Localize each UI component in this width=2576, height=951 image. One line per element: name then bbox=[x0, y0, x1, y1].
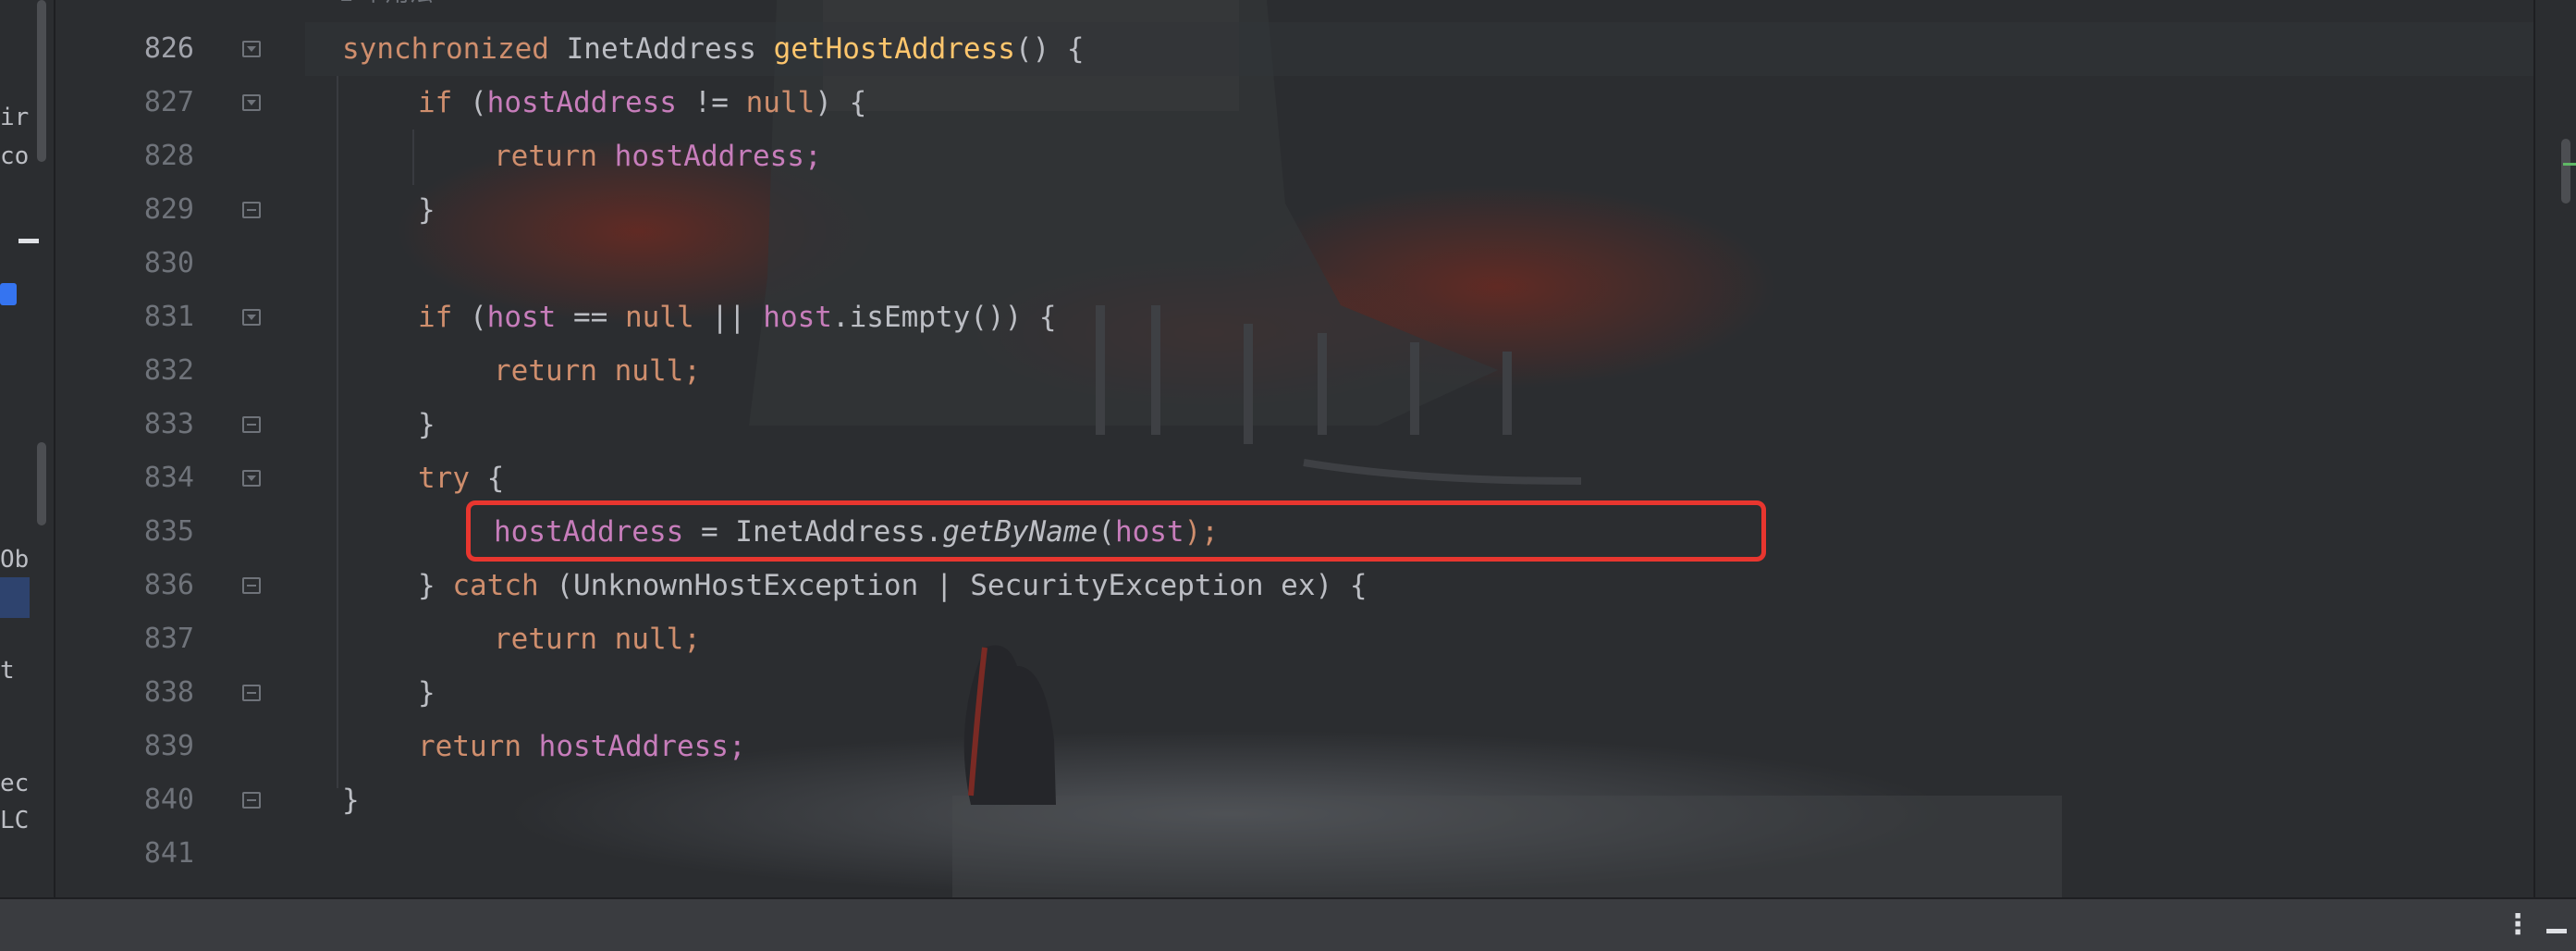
code-token: null bbox=[745, 86, 816, 119]
indent-guide bbox=[412, 130, 414, 185]
line-number[interactable]: 833 bbox=[55, 398, 194, 451]
code-token: == bbox=[556, 301, 625, 334]
fold-close-icon[interactable] bbox=[242, 577, 261, 594]
code-line-831[interactable]: if (host == null || host.isEmpty()) { bbox=[418, 290, 1057, 344]
code-token: ) { bbox=[815, 86, 867, 119]
code-token: return null; bbox=[494, 623, 701, 656]
code-token: () { bbox=[1014, 32, 1085, 66]
tree-fragment[interactable]: Ob bbox=[0, 546, 29, 574]
code-token: hostAddress; bbox=[538, 730, 746, 763]
code-editor[interactable]: 1 个用法 synchronized InetAddress getHostAd… bbox=[305, 0, 2533, 897]
code-token: catch bbox=[452, 569, 557, 602]
tree-fragment[interactable]: t bbox=[0, 657, 15, 685]
code-line-829[interactable]: } bbox=[418, 183, 435, 237]
line-number[interactable]: 827 bbox=[55, 76, 194, 130]
line-number[interactable]: 834 bbox=[55, 451, 194, 505]
code-token: } bbox=[342, 784, 360, 817]
tree-fragment[interactable]: ec bbox=[0, 770, 29, 797]
line-number[interactable]: 841 bbox=[55, 827, 194, 881]
code-token: } bbox=[418, 569, 453, 602]
code-line-840[interactable]: } bbox=[342, 773, 360, 827]
code-token: hostAddress; bbox=[614, 140, 822, 173]
more-options-icon[interactable]: ⋮ bbox=[2504, 911, 2532, 939]
annotation-highlight-box bbox=[466, 500, 1766, 562]
project-tool-window-strip: ir co Ob t ec LC bbox=[0, 0, 55, 949]
line-number[interactable]: 835 bbox=[55, 505, 194, 559]
code-token: host bbox=[763, 301, 832, 334]
code-token: || bbox=[693, 301, 764, 334]
code-token: if bbox=[418, 86, 470, 119]
code-hint: 1 个用法 bbox=[338, 0, 434, 20]
code-token: hostAddress bbox=[486, 86, 677, 119]
code-token: try bbox=[418, 462, 487, 495]
code-token: .isEmpty()) { bbox=[831, 301, 1057, 334]
project-scrollbar-thumb-bottom[interactable] bbox=[37, 442, 46, 525]
code-token: if bbox=[418, 301, 470, 334]
change-marker[interactable] bbox=[2563, 163, 2576, 166]
line-number[interactable]: 840 bbox=[55, 773, 194, 827]
code-token: } bbox=[418, 676, 435, 710]
tree-fragment[interactable]: ir bbox=[0, 104, 29, 131]
code-line-833[interactable]: } bbox=[418, 398, 435, 451]
code-line-828[interactable]: return hostAddress; bbox=[494, 130, 822, 183]
line-number[interactable]: 831 bbox=[55, 290, 194, 344]
fold-open-icon[interactable] bbox=[242, 94, 261, 111]
code-token: { bbox=[486, 462, 505, 495]
code-line-836[interactable]: } catch (UnknownHostException | Security… bbox=[418, 559, 1368, 612]
fold-close-icon[interactable] bbox=[242, 685, 261, 701]
fold-close-icon[interactable] bbox=[242, 202, 261, 218]
editor-scrollbar[interactable] bbox=[2533, 0, 2576, 897]
tree-fragment[interactable]: co bbox=[0, 142, 29, 170]
code-line-826[interactable]: synchronized InetAddress getHostAddress(… bbox=[342, 22, 1085, 76]
code-token: null bbox=[624, 301, 694, 334]
line-number[interactable]: 838 bbox=[55, 666, 194, 720]
fold-close-icon[interactable] bbox=[242, 416, 261, 433]
code-line-838[interactable]: } bbox=[418, 666, 435, 720]
code-token: getHostAddress bbox=[773, 32, 1015, 66]
indent-guide bbox=[337, 76, 338, 788]
line-number[interactable]: 839 bbox=[55, 720, 194, 773]
line-number[interactable]: 828 bbox=[55, 130, 194, 183]
tree-fragment[interactable]: LC bbox=[0, 807, 29, 834]
code-token: InetAddress bbox=[566, 32, 774, 66]
code-token: host bbox=[486, 301, 557, 334]
list-filter-icon[interactable] bbox=[0, 283, 17, 305]
code-token: != bbox=[676, 86, 746, 119]
code-token: return bbox=[418, 730, 539, 763]
fold-open-icon[interactable] bbox=[242, 470, 261, 487]
code-line-834[interactable]: try { bbox=[418, 451, 504, 505]
tree-selected-row[interactable] bbox=[0, 577, 30, 618]
code-line-839[interactable]: return hostAddress; bbox=[418, 720, 746, 773]
fold-close-icon[interactable] bbox=[242, 792, 261, 809]
code-token: ( bbox=[470, 86, 487, 119]
bottom-tool-bar: ⋮ bbox=[0, 897, 2576, 951]
code-token: synchronized bbox=[342, 32, 567, 66]
code-token: } bbox=[418, 408, 435, 441]
line-number[interactable]: 830 bbox=[55, 237, 194, 290]
fold-open-icon[interactable] bbox=[242, 309, 261, 326]
line-number[interactable]: 826 bbox=[55, 22, 194, 76]
code-token: ( bbox=[470, 301, 487, 334]
line-number[interactable]: 836 bbox=[55, 559, 194, 612]
line-number[interactable]: 837 bbox=[55, 612, 194, 666]
code-line-832[interactable]: return null; bbox=[494, 344, 701, 398]
code-token: (UnknownHostException | SecurityExceptio… bbox=[556, 569, 1368, 602]
line-number[interactable]: 832 bbox=[55, 344, 194, 398]
project-scrollbar-thumb-top[interactable] bbox=[37, 0, 46, 162]
scrollbar-thumb[interactable] bbox=[2561, 139, 2570, 204]
collapse-minus-icon[interactable] bbox=[18, 239, 39, 243]
code-line-837[interactable]: return null; bbox=[494, 612, 701, 666]
fold-open-icon[interactable] bbox=[242, 41, 261, 57]
minimize-icon[interactable] bbox=[2546, 929, 2567, 933]
code-token: return bbox=[494, 140, 615, 173]
editor-gutter: 826 827 828 829 830 831 832 833 834 835 … bbox=[55, 0, 309, 897]
code-token: } bbox=[418, 193, 435, 227]
code-token: return null; bbox=[494, 354, 701, 388]
line-number[interactable]: 829 bbox=[55, 183, 194, 237]
code-line-827[interactable]: if (hostAddress != null) { bbox=[418, 76, 866, 130]
